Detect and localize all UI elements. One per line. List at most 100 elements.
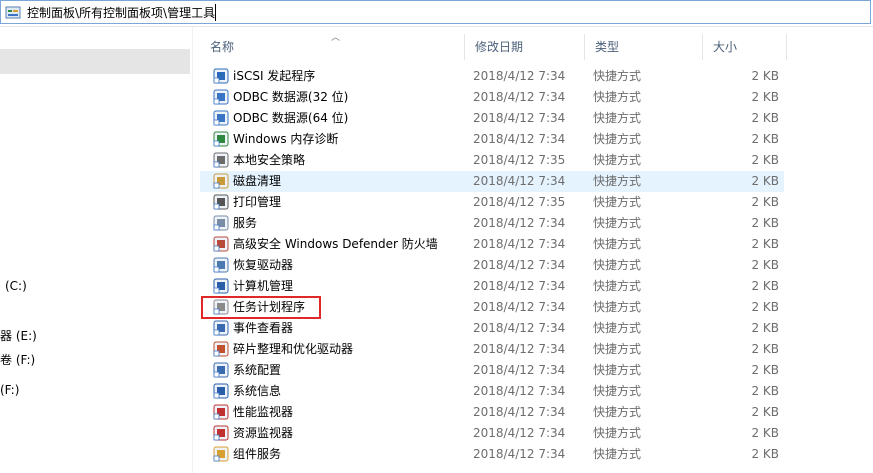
address-path[interactable]: 控制面板\所有控制面板项\管理工具	[27, 5, 215, 21]
file-name: 系统信息	[233, 384, 282, 398]
file-size: 2 KB	[751, 342, 779, 356]
file-type: 快捷方式	[593, 258, 642, 272]
file-size: 2 KB	[751, 132, 779, 146]
file-size: 2 KB	[751, 447, 779, 461]
file-row[interactable]: 事件查看器 2018/4/12 7:34 快捷方式 2 KB	[200, 318, 784, 339]
navigation-pane[interactable]: (C:) 器 (E:) 卷 (F:) (F:)	[0, 27, 193, 473]
disk-cleanup-icon	[213, 173, 229, 189]
address-bar[interactable]: 控制面板\所有控制面板项\管理工具	[0, 0, 873, 27]
nav-item-drive-f[interactable]: 卷 (F:)	[0, 351, 35, 368]
file-row[interactable]: 系统配置 2018/4/12 7:34 快捷方式 2 KB	[200, 360, 784, 381]
file-date: 2018/4/12 7:34	[473, 216, 566, 230]
file-type: 快捷方式	[593, 300, 642, 314]
file-type: 快捷方式	[593, 237, 642, 251]
file-type: 快捷方式	[593, 342, 642, 356]
file-row[interactable]: 服务 2018/4/12 7:34 快捷方式 2 KB	[200, 213, 784, 234]
file-date: 2018/4/12 7:35	[473, 153, 566, 167]
file-type: 快捷方式	[593, 132, 642, 146]
column-date[interactable]: 修改日期	[465, 34, 585, 60]
file-type: 快捷方式	[593, 90, 642, 104]
resource-monitor-icon	[213, 425, 229, 441]
nav-item-drive-c[interactable]: (C:)	[5, 279, 27, 293]
file-type: 快捷方式	[593, 426, 642, 440]
file-row[interactable]: 组件服务 2018/4/12 7:34 快捷方式 2 KB	[200, 444, 784, 465]
file-size: 2 KB	[751, 321, 779, 335]
file-name: 系统配置	[233, 363, 282, 377]
file-row[interactable]: 本地安全策略 2018/4/12 7:35 快捷方式 2 KB	[200, 150, 784, 171]
column-name[interactable]: 名称	[200, 34, 465, 60]
nav-selected-item[interactable]	[0, 49, 190, 74]
file-date: 2018/4/12 7:34	[473, 405, 566, 419]
file-type: 快捷方式	[593, 111, 642, 125]
file-type: 快捷方式	[593, 405, 642, 419]
file-name: ODBC 数据源(32 位)	[233, 90, 349, 104]
file-row[interactable]: Windows 内存诊断 2018/4/12 7:34 快捷方式 2 KB	[200, 129, 784, 150]
firewall-icon	[213, 236, 229, 252]
file-name: 组件服务	[233, 447, 282, 461]
security-policy-icon	[213, 152, 229, 168]
system-info-icon	[213, 383, 229, 399]
performance-monitor-icon	[213, 404, 229, 420]
file-date: 2018/4/12 7:34	[473, 258, 566, 272]
file-date: 2018/4/12 7:34	[473, 321, 566, 335]
file-name: Windows 内存诊断	[233, 132, 339, 146]
file-row[interactable]: 系统信息 2018/4/12 7:34 快捷方式 2 KB	[200, 381, 784, 402]
printer-icon	[213, 194, 229, 210]
file-row[interactable]: 性能监视器 2018/4/12 7:34 快捷方式 2 KB	[200, 402, 784, 423]
file-name: 打印管理	[233, 195, 282, 209]
file-name: 性能监视器	[233, 405, 294, 419]
file-type: 快捷方式	[593, 216, 642, 230]
memory-diagnostic-icon	[213, 131, 229, 147]
file-date: 2018/4/12 7:34	[473, 279, 566, 293]
file-row[interactable]: 恢复驱动器 2018/4/12 7:34 快捷方式 2 KB	[200, 255, 784, 276]
file-date: 2018/4/12 7:34	[473, 174, 566, 188]
file-type: 快捷方式	[593, 384, 642, 398]
file-row[interactable]: ODBC 数据源(64 位) 2018/4/12 7:34 快捷方式 2 KB	[200, 108, 784, 129]
file-size: 2 KB	[751, 111, 779, 125]
column-type[interactable]: 类型	[585, 34, 703, 60]
file-date: 2018/4/12 7:34	[473, 69, 566, 83]
nav-item-drive-f-2[interactable]: (F:)	[0, 383, 19, 397]
address-input-box[interactable]: 控制面板\所有控制面板项\管理工具	[0, 0, 871, 24]
system-config-icon	[213, 362, 229, 378]
file-row[interactable]: 计算机管理 2018/4/12 7:34 快捷方式 2 KB	[200, 276, 784, 297]
file-row[interactable]: 打印管理 2018/4/12 7:35 快捷方式 2 KB	[200, 192, 784, 213]
text-caret	[215, 4, 216, 21]
file-row[interactable]: 碎片整理和优化驱动器 2018/4/12 7:34 快捷方式 2 KB	[200, 339, 784, 360]
event-viewer-icon	[213, 320, 229, 336]
file-size: 2 KB	[751, 216, 779, 230]
file-date: 2018/4/12 7:34	[473, 342, 566, 356]
file-row[interactable]: 高级安全 Windows Defender 防火墙 2018/4/12 7:34 快…	[200, 234, 784, 255]
file-type: 快捷方式	[593, 153, 642, 167]
file-name: 资源监视器	[233, 426, 294, 440]
file-size: 2 KB	[751, 195, 779, 209]
file-size: 2 KB	[751, 153, 779, 167]
file-name: 高级安全 Windows Defender 防火墙	[233, 237, 438, 251]
file-date: 2018/4/12 7:34	[473, 384, 566, 398]
file-name: ODBC 数据源(64 位)	[233, 111, 349, 125]
file-type: 快捷方式	[593, 279, 642, 293]
file-size: 2 KB	[751, 384, 779, 398]
defrag-icon	[213, 341, 229, 357]
column-header: ︿ 名称 修改日期 类型 大小	[200, 33, 787, 60]
file-name: 计算机管理	[233, 279, 294, 293]
odbc-icon	[213, 89, 229, 105]
file-size: 2 KB	[751, 237, 779, 251]
file-name: 本地安全策略	[233, 153, 306, 167]
file-size: 2 KB	[751, 363, 779, 377]
file-size: 2 KB	[751, 258, 779, 272]
file-date: 2018/4/12 7:35	[473, 195, 566, 209]
file-type: 快捷方式	[593, 69, 642, 83]
file-row[interactable]: iSCSI 发起程序 2018/4/12 7:34 快捷方式 2 KB	[200, 66, 784, 87]
file-date: 2018/4/12 7:34	[473, 237, 566, 251]
file-row[interactable]: 磁盘清理 2018/4/12 7:34 快捷方式 2 KB	[200, 171, 784, 192]
file-name: iSCSI 发起程序	[233, 69, 316, 83]
file-row[interactable]: 资源监视器 2018/4/12 7:34 快捷方式 2 KB	[200, 423, 784, 444]
computer-management-icon	[213, 278, 229, 294]
column-size[interactable]: 大小	[703, 34, 787, 60]
file-date: 2018/4/12 7:34	[473, 111, 566, 125]
odbc-icon	[213, 110, 229, 126]
file-row[interactable]: ODBC 数据源(32 位) 2018/4/12 7:34 快捷方式 2 KB	[200, 87, 784, 108]
file-size: 2 KB	[751, 90, 779, 104]
nav-item-drive-e[interactable]: 器 (E:)	[0, 327, 37, 344]
